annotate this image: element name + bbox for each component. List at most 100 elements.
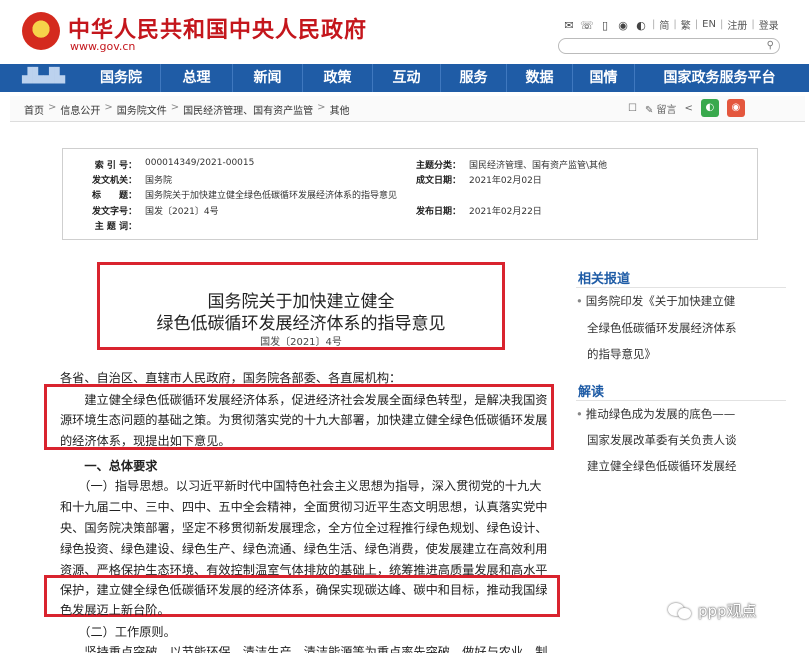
breadcrumb-other[interactable]: 其他 [330,102,350,117]
wechat-watermark: ppp观点 [668,600,757,621]
register-link[interactable]: 注册 [727,17,747,32]
meta-row-written-date: 成文日期： 2021年02月02日 [409,173,542,186]
wechat-icon[interactable]: ◐ [634,19,648,32]
comment-label: 留言 [656,104,677,116]
article-title-highlight-box: 国务院关于加快建立健全 绿色低碳循环发展经济体系的指导意见 国发〔2021〕4号 [97,262,505,350]
bullet-icon: • [576,407,583,421]
principle-heading: （二）工作原则。 [60,625,176,639]
related-report-link[interactable]: • 国务院印发《关于加快建立健 [576,289,735,313]
nav-item-national-info[interactable]: 国情 [572,64,634,92]
nav-item-data[interactable]: 数据 [506,64,572,92]
nav-items: 国务院 总理 新闻 政策 互动 服务 数据 国情 国家政务服务平台 [82,64,804,92]
related-report-link-cont[interactable]: 全绿色低碳循环发展经济体系 [587,316,737,340]
search-icon[interactable]: ⚲ [767,40,774,51]
lang-traditional-link[interactable]: 繁 [681,17,691,32]
nav-item-news[interactable]: 新闻 [232,64,302,92]
tiananmen-icon: ▟▙▟▙ [22,68,66,84]
search-box: ⚲ [558,38,780,58]
interpretation-link[interactable]: • 推动绿色成为发展的底色—— [576,402,735,426]
nav-item-interaction[interactable]: 互动 [372,64,440,92]
document-meta-table: 索 引 号： 000014349/2021-00015 发文机关： 国务院 标 … [62,148,758,240]
meta-subject-label: 主 题 词： [94,222,137,232]
sidebar-divider [576,287,786,288]
breadcrumb: 首页 > 信息公开 > 国务院文件 > 国民经济管理、国有资产监管 > 其他 [24,102,350,117]
body-line: 保护，建立健全绿色低碳循环发展的经济体系，确保实现碳达峰、碳中和目标，推动我国绿 [60,583,548,597]
interpretation-link-cont[interactable]: 国家发展改革委有关负责人谈 [587,428,737,452]
meta-doc-no-label: 发文字号： [91,207,137,217]
breadcrumb-separator: > [104,102,113,113]
comment-link[interactable]: ✎ 留言 [645,101,677,116]
body-line: 色发展迈上新台阶。 [60,603,170,617]
breadcrumb-separator: > [317,102,326,113]
intro-line: 建立健全绿色低碳循环发展经济体系，促进经济社会发展全面绿色转型，是解决我国资 [60,393,548,407]
nav-item-gov-service-platform[interactable]: 国家政务服务平台 [634,64,804,92]
wechat-logo-icon [668,601,692,621]
bullet-icon: • [576,294,583,308]
body-line: 坚持重点突破。以节能环保、清洁生产、清洁能源等为重点率先突破，做好与农业、制 [60,645,548,653]
breadcrumb-info-disclosure[interactable]: 信息公开 [60,102,100,117]
breadcrumb-home[interactable]: 首页 [24,102,44,117]
meta-row-subject: 主 题 词： [63,219,145,233]
body-line: 绿色投资、绿色建设、绿色生产、绿色流通、绿色生活、绿色消费，使发展建立在高效利用 [60,542,548,556]
wechat-share-icon[interactable]: ◐ [700,99,719,117]
meta-category-value: 国民经济管理、国有资产监管\其他 [469,161,608,171]
article-doc-number: 国发〔2021〕4号 [260,337,342,348]
intro-line: 源环境生态问题的基础之策。为贯彻落实党的十九大部署，加快建立健全绿色低碳循环发展 [60,413,548,427]
page-tools: ☐ ✎ 留言 < ◐ ◉ [628,99,745,117]
sidebar-divider [576,400,786,401]
weibo-icon[interactable]: ◉ [616,19,630,32]
site-url: www.gov.cn [70,40,136,53]
meta-published-value: 2021年02月22日 [469,207,542,217]
interpret-line: 推动绿色成为发展的底色—— [585,407,736,421]
meta-written-value: 2021年02月02日 [469,176,542,186]
breadcrumb-separator: > [48,102,57,113]
intro-line: 的经济体系，现提出如下意见。 [60,434,231,448]
login-link[interactable]: 登录 [759,17,779,32]
meta-row-title: 标 题： 国务院关于加快建立健全绿色低碳循环发展经济体系的指导意见 [63,188,397,202]
related-reports-heading: 相关报道 [578,272,631,287]
meta-row-issuer: 发文机关： 国务院 [63,173,172,187]
meta-row-published-date: 发布日期： 2021年02月22日 [409,204,542,217]
top-links: ✉ ☏ ▯ ◉ ◐ | 简 | 繁 | EN | 注册 | 登录 [562,17,779,33]
breadcrumb-bar: 首页 > 信息公开 > 国务院文件 > 国民经济管理、国有资产监管 > 其他 ☐… [10,96,805,122]
lang-simplified-link[interactable]: 简 [659,17,669,32]
meta-doc-no-value: 国发〔2021〕4号 [145,207,219,217]
share-icon[interactable]: < [685,103,693,114]
nav-item-premier[interactable]: 总理 [160,64,232,92]
main-nav: ▟▙▟▙ 国务院 总理 新闻 政策 互动 服务 数据 国情 国家政务服务平台 [0,64,809,92]
breadcrumb-economy-management[interactable]: 国民经济管理、国有资产监管 [183,102,313,117]
meta-published-label: 发布日期： [415,207,461,217]
search-input[interactable] [567,44,757,58]
nav-item-services[interactable]: 服务 [440,64,506,92]
meta-category-label: 主题分类： [415,161,461,171]
meta-title-label: 标 题： [91,191,137,201]
related-line: 国务院印发《关于加快建立健 [585,294,736,308]
weibo-share-icon[interactable]: ◉ [726,99,745,117]
interpretation-link-cont[interactable]: 建立健全绿色低碳循环发展经 [587,454,737,478]
breadcrumb-separator: > [170,102,180,113]
nav-item-policy[interactable]: 政策 [302,64,372,92]
watermark-text: ppp观点 [698,602,757,620]
phone-icon[interactable]: ☏ [580,19,594,32]
body-line: （一）指导思想。以习近平新时代中国特色社会主义思想为指导，深入贯彻党的十九大 [60,479,542,493]
print-icon[interactable]: ☐ [628,103,637,114]
meta-index-label: 索 引 号： [94,161,137,171]
mobile-icon[interactable]: ▯ [598,19,612,32]
meta-row-index: 索 引 号： 000014349/2021-00015 [63,158,255,172]
meta-title-value: 国务院关于加快建立健全绿色低碳循环发展经济体系的指导意见 [145,191,398,201]
site-header: 中华人民共和国中央人民政府 www.gov.cn ✉ ☏ ▯ ◉ ◐ | 简 |… [0,0,809,64]
section-heading: 一、总体要求 [60,459,158,473]
meta-index-value: 000014349/2021-00015 [145,158,255,168]
nav-item-state-council[interactable]: 国务院 [82,64,160,92]
related-report-link-cont[interactable]: 的指导意见》 [587,342,656,366]
interpretation-heading: 解读 [578,385,605,400]
meta-written-label: 成文日期： [415,176,461,186]
body-line: 央、国务院决策部署，坚定不移贯彻新发展理念，全方位全过程推行绿色规划、绿色设计、 [60,521,548,535]
meta-row-category: 主题分类： 国民经济管理、国有资产监管\其他 [409,158,607,171]
lang-english-link[interactable]: EN [702,19,716,30]
meta-issuer-value: 国务院 [145,176,173,186]
body-line: 和十九届二中、三中、四中、五中全会精神，全面贯彻习近平生态文明思想，认真落实党中 [60,500,548,514]
mail-icon[interactable]: ✉ [562,19,576,32]
breadcrumb-council-documents[interactable]: 国务院文件 [117,102,167,117]
national-emblem-icon[interactable] [22,12,60,50]
